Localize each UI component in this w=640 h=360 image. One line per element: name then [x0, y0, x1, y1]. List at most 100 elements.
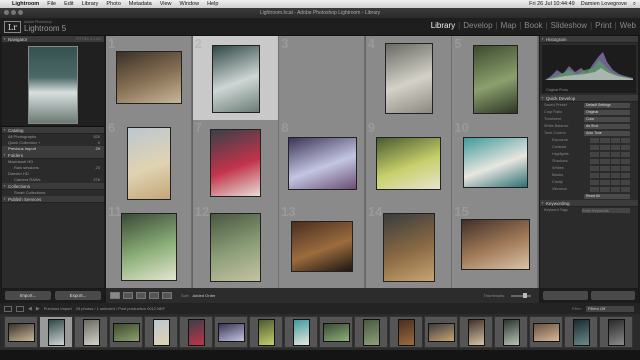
filmstrip-thumb[interactable] — [249, 316, 283, 348]
close-window-button[interactable] — [4, 10, 9, 15]
module-web[interactable]: Web — [618, 21, 638, 30]
saved-preset-select[interactable]: Default Settings — [584, 103, 630, 108]
control-step-buttons[interactable] — [590, 173, 630, 178]
photo-thumbnail[interactable] — [376, 137, 442, 190]
filmstrip-thumb[interactable] — [459, 316, 493, 348]
photo-thumbnail[interactable] — [211, 44, 260, 113]
photo-thumbnail[interactable] — [291, 221, 354, 272]
filmstrip-thumb[interactable] — [284, 316, 318, 348]
module-map[interactable]: Map — [499, 21, 519, 30]
menu-library[interactable]: Library — [82, 1, 99, 7]
catalog-header[interactable]: Catalog — [2, 127, 104, 134]
module-library[interactable]: Library — [429, 21, 457, 30]
back-icon[interactable]: ◀ — [28, 306, 32, 312]
control-step-buttons[interactable] — [590, 138, 630, 143]
photo-thumbnail[interactable] — [382, 212, 435, 283]
menu-edit[interactable]: Edit — [64, 1, 73, 7]
filmstrip-thumb[interactable] — [214, 316, 248, 348]
reset-all-button[interactable]: Reset All — [584, 194, 630, 199]
import-button[interactable]: Import... — [5, 291, 51, 300]
module-print[interactable]: Print — [593, 21, 613, 30]
photo-thumbnail[interactable] — [462, 137, 529, 188]
filmstrip-thumb[interactable] — [144, 316, 178, 348]
grid-cell[interactable]: 14 — [365, 204, 452, 289]
original-photo-checkbox[interactable]: Original Photo — [542, 88, 568, 92]
minimize-window-button[interactable] — [11, 10, 16, 15]
module-slideshow[interactable]: Slideshow — [549, 21, 589, 30]
grid-cell[interactable]: 7 — [192, 120, 279, 205]
grid-cell[interactable]: 9 — [365, 120, 452, 205]
auto-tone-button[interactable]: Auto Tone — [584, 131, 630, 136]
navigator-zoom-options[interactable]: FIT FILL 1:1 3:1 — [76, 36, 101, 43]
navigator-preview[interactable] — [2, 43, 104, 127]
menu-metadata[interactable]: Metadata — [129, 1, 152, 7]
photo-thumbnail[interactable] — [287, 137, 357, 190]
grid-cell[interactable]: 4 — [365, 36, 452, 121]
photo-thumbnail[interactable] — [209, 128, 262, 197]
export-button[interactable]: Export... — [55, 291, 101, 300]
filmstrip-thumb[interactable] — [389, 316, 423, 348]
navigator-header[interactable]: Navigator FIT FILL 1:1 3:1 — [2, 36, 104, 43]
menu-view[interactable]: View — [160, 1, 172, 7]
filmstrip-thumb[interactable] — [319, 316, 353, 348]
control-step-buttons[interactable] — [590, 152, 630, 157]
filmstrip-thumb[interactable] — [529, 316, 563, 348]
treatment-select[interactable]: Color — [584, 117, 630, 122]
photo-thumbnail[interactable] — [473, 44, 518, 115]
forward-icon[interactable]: ▶ — [36, 306, 40, 312]
menubar-user[interactable]: Damien Lovegrove — [581, 1, 627, 7]
zoom-window-button[interactable] — [18, 10, 23, 15]
grid-cell[interactable]: 15 — [452, 204, 539, 289]
crop-ratio-select[interactable]: Original — [584, 110, 630, 115]
menu-app-name[interactable]: Lightroom — [12, 1, 39, 7]
quick-develop-header[interactable]: Quick Develop — [540, 95, 638, 102]
control-step-buttons[interactable] — [590, 145, 630, 150]
module-book[interactable]: Book — [522, 21, 544, 30]
photo-thumbnail[interactable] — [460, 219, 530, 271]
grid-cell[interactable]: 6 — [106, 120, 192, 205]
spotlight-icon[interactable]: ⌕ — [633, 1, 636, 8]
filmstrip-thumb[interactable] — [109, 316, 143, 348]
sort-select[interactable]: Added Order — [192, 293, 215, 298]
photo-thumbnail[interactable] — [384, 42, 433, 115]
grid-cell[interactable]: 12 — [192, 204, 279, 289]
second-window-icon[interactable] — [16, 305, 24, 312]
loupe-view-icon[interactable] — [123, 292, 133, 299]
grid-cell[interactable]: 3 — [279, 36, 366, 121]
main-window-icon[interactable] — [4, 305, 12, 312]
photo-thumbnail[interactable] — [121, 212, 177, 281]
filmstrip-thumb[interactable] — [599, 316, 633, 348]
control-step-buttons[interactable] — [590, 166, 630, 171]
filmstrip-thumb[interactable] — [424, 316, 458, 348]
grid-cell[interactable]: 2 — [192, 36, 279, 121]
filter-select[interactable]: Filters Off — [586, 305, 634, 312]
collections-header[interactable]: Collections — [2, 183, 104, 190]
menu-photo[interactable]: Photo — [106, 1, 120, 7]
photo-thumbnail[interactable] — [126, 126, 172, 200]
module-develop[interactable]: Develop — [461, 21, 494, 30]
folders-header[interactable]: Folders — [2, 152, 104, 159]
filmstrip-thumb[interactable] — [4, 316, 38, 348]
keywording-header[interactable]: Keywording — [540, 200, 638, 207]
compare-view-icon[interactable] — [136, 292, 146, 299]
survey-view-icon[interactable] — [149, 292, 159, 299]
grid-cell[interactable]: 10 — [452, 120, 539, 205]
photo-thumbnail[interactable] — [209, 212, 262, 283]
filmstrip-thumb[interactable] — [354, 316, 388, 348]
control-step-buttons[interactable] — [590, 159, 630, 164]
enter-keywords-select[interactable]: Enter Keywords — [582, 208, 630, 213]
photo-thumbnail[interactable] — [116, 51, 182, 104]
publish-services-header[interactable]: Publish Services — [2, 196, 104, 203]
control-step-buttons[interactable] — [590, 187, 630, 192]
menu-file[interactable]: File — [47, 1, 56, 7]
grid-cell[interactable]: 1 — [106, 36, 192, 121]
thumbnail-size-slider[interactable] — [511, 292, 531, 298]
painter-icon[interactable] — [162, 292, 172, 299]
grid-cell[interactable]: 8 — [279, 120, 366, 205]
control-step-buttons[interactable] — [590, 180, 630, 185]
filmstrip-thumb[interactable] — [564, 316, 598, 348]
grid-cell[interactable]: 11 — [106, 204, 192, 289]
white-balance-select[interactable]: As Shot — [584, 124, 630, 129]
sync-metadata-button[interactable] — [590, 291, 635, 300]
grid-cell[interactable]: 13 — [279, 204, 366, 289]
